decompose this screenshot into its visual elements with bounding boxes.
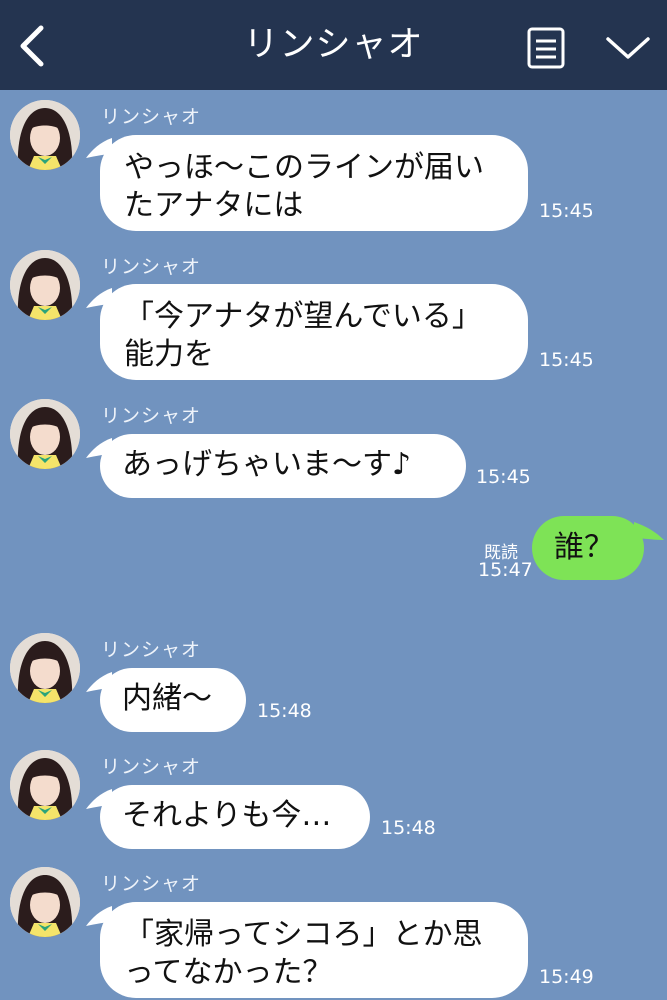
back-button[interactable]: [10, 18, 54, 74]
message-text: 誰？: [554, 530, 614, 565]
message-time: 15:45: [476, 466, 531, 488]
avatar[interactable]: [10, 100, 80, 170]
sender-name: リンシャオ: [101, 639, 202, 661]
message-bubble[interactable]: それよりも今…: [100, 785, 370, 849]
chat-header: リンシャオ: [0, 0, 667, 90]
message-bubble-outgoing[interactable]: 誰？: [532, 516, 644, 580]
message-text: それよりも今…: [122, 798, 332, 833]
message-text: あっげちゃいま〜す♪: [122, 447, 412, 482]
message-time: 15:45: [539, 349, 594, 371]
sender-name: リンシャオ: [101, 405, 202, 427]
message-time: 15:45: [539, 200, 594, 222]
chevron-left-icon: [20, 25, 44, 67]
message-time: 15:48: [381, 817, 436, 839]
message-bubble[interactable]: 内緒〜: [100, 668, 246, 732]
collapse-button[interactable]: [600, 26, 656, 70]
avatar-icon: [10, 250, 80, 320]
avatar[interactable]: [10, 250, 80, 320]
sender-name: リンシャオ: [101, 756, 202, 778]
avatar[interactable]: [10, 399, 80, 469]
message-time: 15:47: [478, 559, 533, 581]
message-bubble[interactable]: 「家帰ってシコろ」とか思 ってなかった？: [100, 902, 528, 998]
avatar-icon: [10, 399, 80, 469]
chevron-down-icon: [606, 37, 650, 59]
message-time: 15:49: [539, 966, 594, 988]
message-text: やっほ〜このラインが届い たアナタには: [124, 150, 484, 223]
avatar[interactable]: [10, 750, 80, 820]
notes-icon: [527, 27, 565, 69]
chat-title: リンシャオ: [243, 25, 424, 65]
avatar[interactable]: [10, 633, 80, 703]
message-bubble[interactable]: やっほ〜このラインが届い たアナタには: [100, 135, 528, 231]
notes-button[interactable]: [524, 26, 568, 70]
avatar[interactable]: [10, 867, 80, 937]
avatar-icon: [10, 867, 80, 937]
sender-name: リンシャオ: [101, 106, 202, 128]
avatar-icon: [10, 750, 80, 820]
sender-name: リンシャオ: [101, 873, 202, 895]
message-text: 内緒〜: [122, 681, 212, 716]
avatar-icon: [10, 100, 80, 170]
sender-name: リンシャオ: [101, 256, 202, 278]
message-text: 「家帰ってシコろ」とか思 ってなかった？: [124, 917, 483, 990]
message-time: 15:48: [257, 700, 312, 722]
message-bubble[interactable]: 「今アナタが望んでいる」 能力を: [100, 284, 528, 380]
message-bubble[interactable]: あっげちゃいま〜す♪: [100, 434, 466, 498]
message-text: 「今アナタが望んでいる」 能力を: [124, 299, 482, 372]
avatar-icon: [10, 633, 80, 703]
